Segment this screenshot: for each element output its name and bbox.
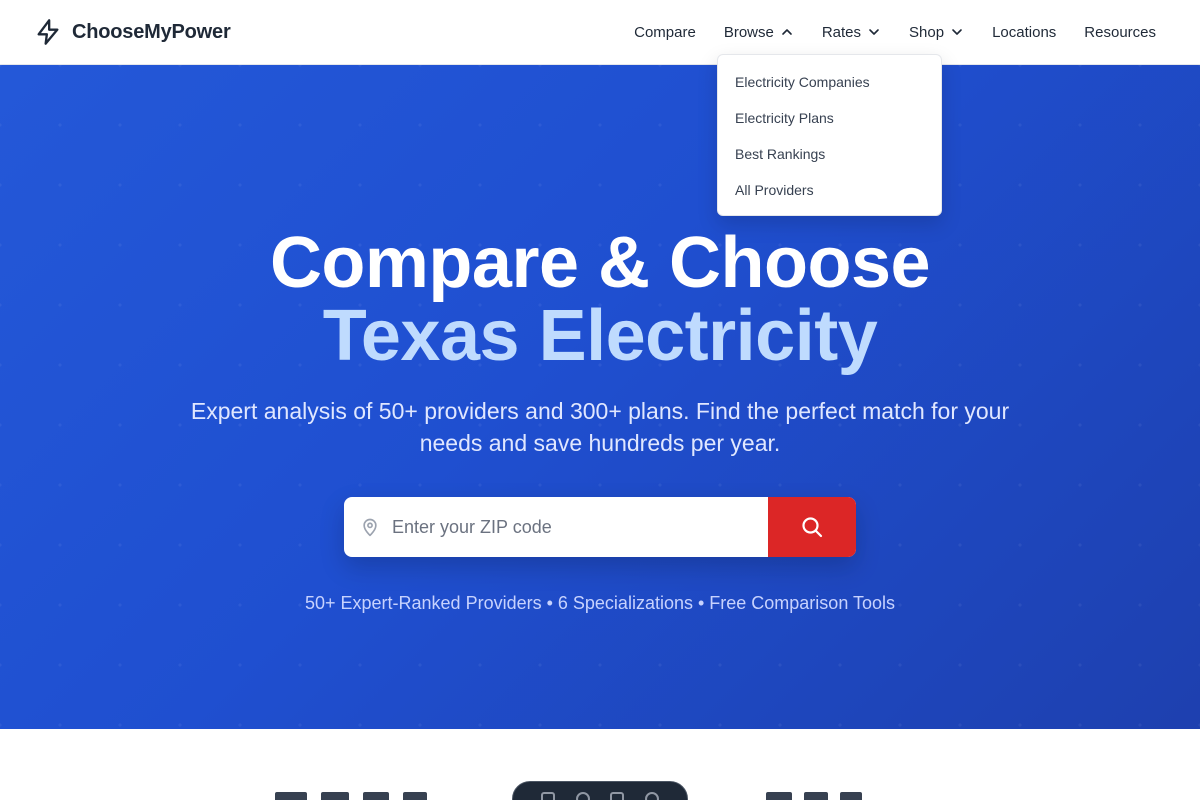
- search-button[interactable]: [768, 497, 856, 557]
- nav-rates[interactable]: Rates: [822, 24, 881, 41]
- hero-title-line1: Compare & Choose: [269, 223, 931, 303]
- nav-locations[interactable]: Locations: [992, 24, 1056, 41]
- nav-resources[interactable]: Resources: [1084, 24, 1156, 41]
- nav-compare[interactable]: Compare: [634, 24, 696, 41]
- toolbar-tool-icon[interactable]: [644, 792, 659, 800]
- chevron-down-icon: [869, 29, 879, 35]
- menu-item-all-providers[interactable]: All Providers: [718, 172, 941, 208]
- nav-resources-label: Resources: [1084, 23, 1156, 41]
- brand-name: ChooseMyPower: [72, 20, 231, 43]
- toolbar-tool-icon[interactable]: [541, 792, 556, 800]
- hero-subtitle: Expert analysis of 50+ providers and 300…: [190, 398, 1010, 456]
- toolbar-tool-icon[interactable]: [610, 792, 625, 800]
- map-pin-icon: [363, 518, 377, 537]
- next-section: [0, 729, 1200, 800]
- brand-logo[interactable]: ChooseMyPower: [34, 17, 231, 47]
- menu-item-electricity-companies[interactable]: Electricity Companies: [718, 64, 941, 100]
- nav-shop-label: Shop: [909, 23, 945, 41]
- hero-stats: 50+ Expert-Ranked Providers • 6 Speciali…: [304, 593, 896, 613]
- site-header: ChooseMyPower Compare Browse Rates Shop …: [0, 0, 1200, 65]
- nav-rates-label: Rates: [821, 23, 862, 41]
- section-heading-peek-right: [766, 791, 906, 800]
- nav-browse[interactable]: Browse: [724, 24, 794, 41]
- search-icon: [802, 517, 823, 538]
- hero-title-line2: Texas Electricity: [322, 296, 878, 376]
- zip-search-bar: [344, 497, 856, 557]
- menu-item-best-rankings[interactable]: Best Rankings: [718, 136, 941, 172]
- nav-locations-label: Locations: [992, 23, 1057, 41]
- chevron-down-icon: [952, 29, 962, 35]
- nav-compare-label: Compare: [634, 23, 696, 41]
- lightning-bolt-icon: [37, 19, 59, 45]
- zip-code-input[interactable]: [344, 497, 768, 557]
- browse-dropdown-menu: Electricity Companies Electricity Plans …: [717, 54, 942, 216]
- chevron-up-icon: [782, 29, 792, 35]
- section-heading-peek: [275, 791, 475, 800]
- floating-toolbar[interactable]: [512, 781, 688, 800]
- nav-shop[interactable]: Shop: [909, 24, 964, 41]
- menu-item-electricity-plans[interactable]: Electricity Plans: [718, 100, 941, 136]
- nav-browse-label: Browse: [723, 23, 774, 41]
- hero-section: Compare & Choose Texas Electricity Exper…: [0, 65, 1200, 729]
- toolbar-tool-icon[interactable]: [575, 792, 590, 800]
